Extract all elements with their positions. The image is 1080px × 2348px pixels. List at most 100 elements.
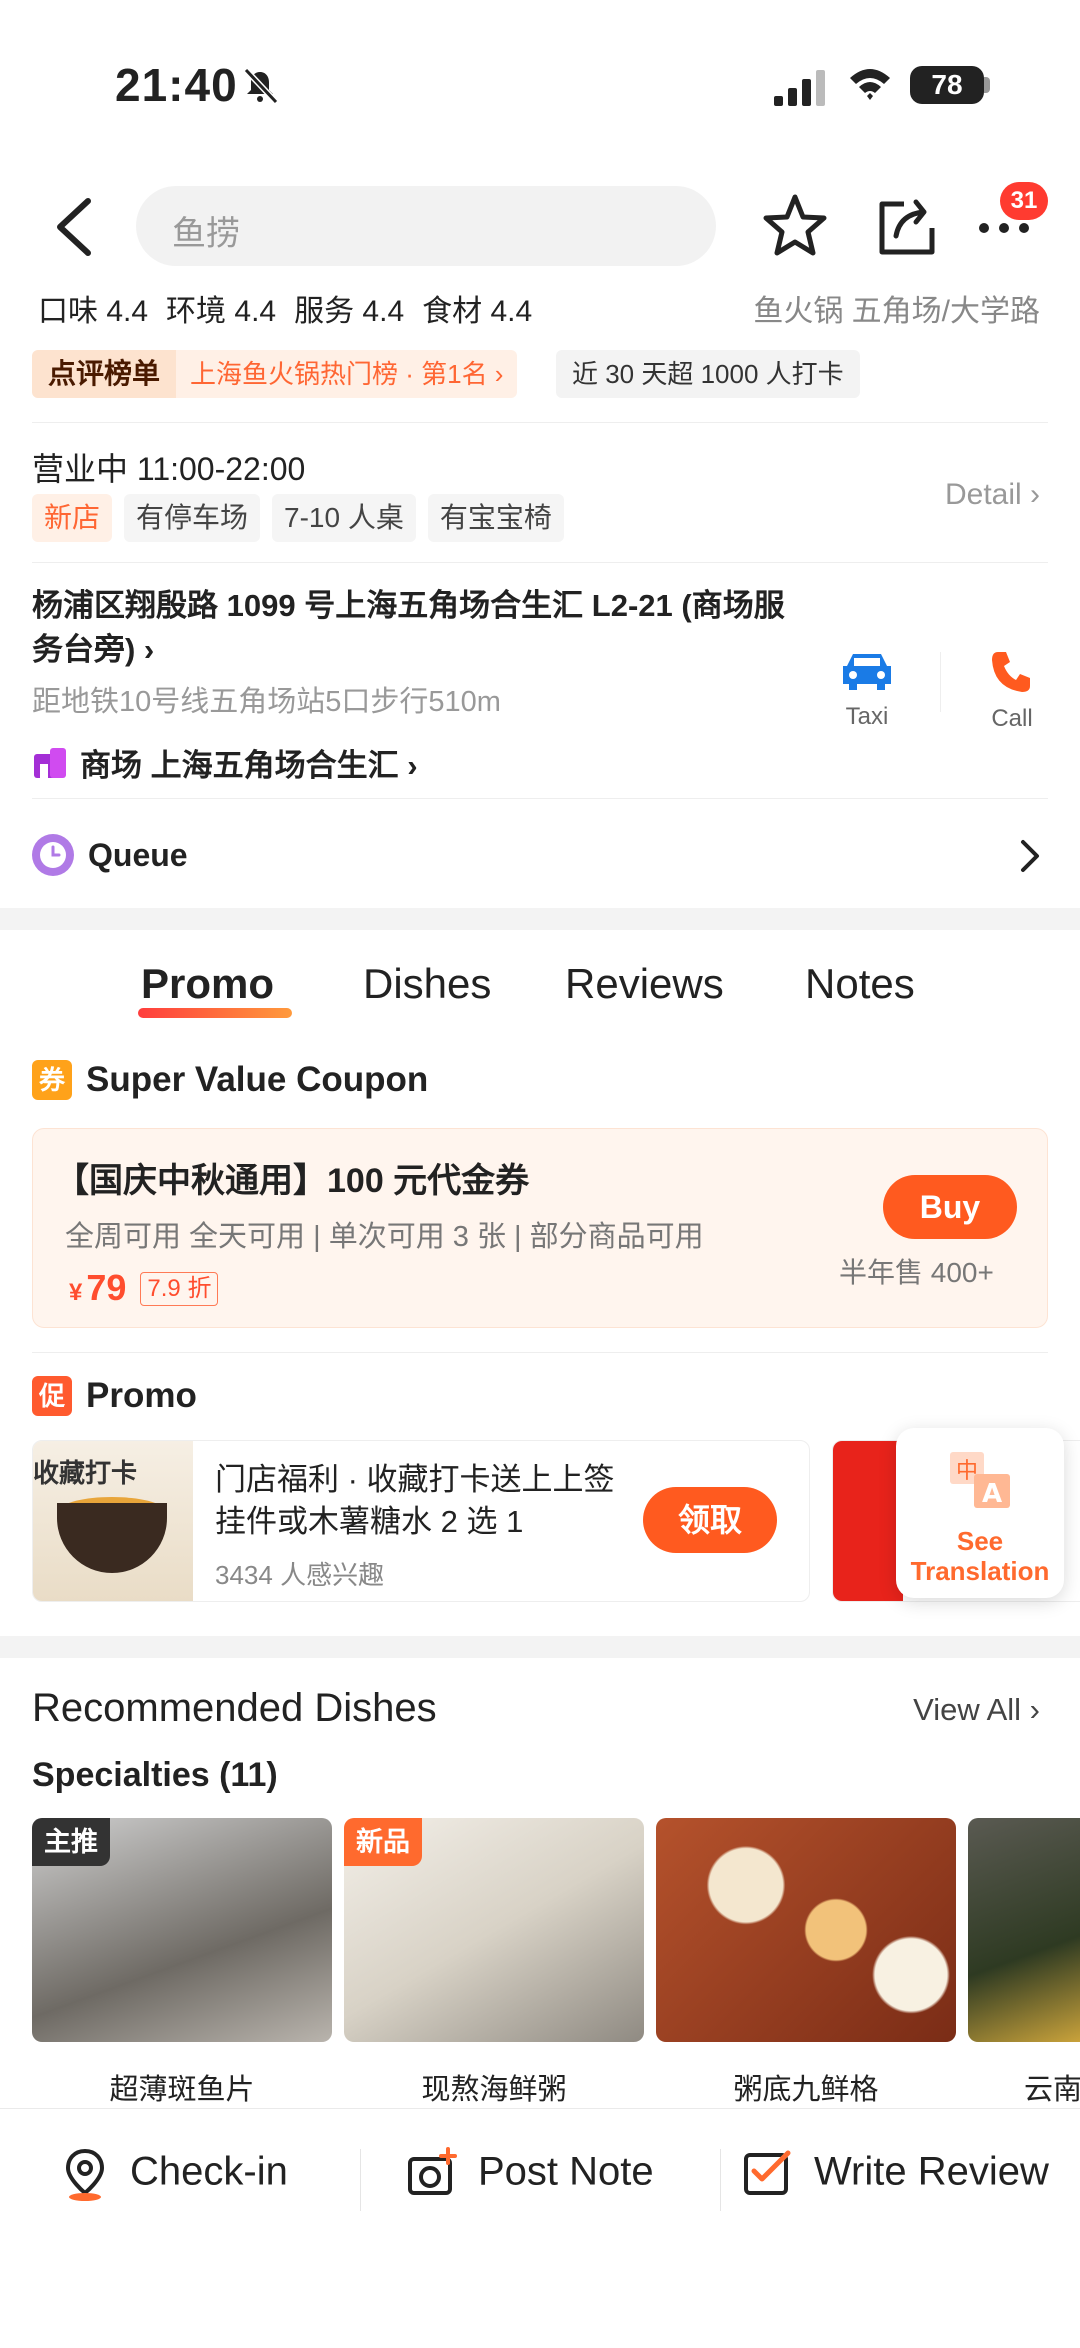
share-icon[interactable] bbox=[874, 192, 940, 258]
dish-card[interactable] bbox=[968, 1818, 1080, 2042]
rank-text: 上海鱼火锅热门榜 · 第1名 › bbox=[176, 350, 518, 398]
checkin-stat: 近 30 天超 1000 人打卡 bbox=[556, 350, 860, 398]
tab-dishes[interactable]: Dishes bbox=[363, 960, 491, 1008]
divider bbox=[720, 2149, 721, 2211]
post-note-button[interactable]: Post Note bbox=[406, 2147, 654, 2201]
address-link[interactable]: 杨浦区翔殷路 1099 号上海五角场合生汇 L2-21 (商场服务台旁) › bbox=[32, 584, 812, 672]
queue-row[interactable]: Queue bbox=[32, 834, 188, 876]
translation-button[interactable]: 中 A See Translation bbox=[896, 1428, 1064, 1598]
buy-button[interactable]: Buy bbox=[883, 1175, 1017, 1239]
view-all-link[interactable]: View All › bbox=[913, 1692, 1040, 1728]
business-hours: 营业中 11:00-22:00 bbox=[32, 451, 306, 487]
tag-table-size: 7-10 人桌 bbox=[272, 494, 416, 542]
phone-icon bbox=[992, 652, 1030, 692]
currency-symbol: ¥ bbox=[69, 1279, 83, 1306]
promo-image-caption: 收藏打卡 bbox=[33, 1458, 138, 1488]
claim-button[interactable]: 领取 bbox=[643, 1487, 777, 1553]
coupon-card[interactable]: 【国庆中秋通用】100 元代金券 全周可用 全天可用 | 单次可用 3 张 | … bbox=[32, 1128, 1048, 1328]
search-placeholder: 鱼捞 bbox=[172, 215, 240, 253]
svg-text:中: 中 bbox=[956, 1459, 978, 1484]
dish-name: 粥底九鲜格 bbox=[733, 2074, 879, 2106]
divider bbox=[32, 422, 1048, 423]
rating-environment: 环境 4.4 bbox=[166, 295, 277, 328]
rank-banner[interactable]: 点评榜单 上海鱼火锅热门榜 · 第1名 › bbox=[32, 350, 518, 398]
section-separator bbox=[0, 1636, 1080, 1658]
battery-cap bbox=[984, 77, 990, 93]
mall-label: 商场 上海五角场合生汇 › bbox=[80, 748, 418, 783]
tag-new-store: 新店 bbox=[32, 494, 113, 542]
search-bar[interactable]: 鱼捞 bbox=[136, 186, 716, 266]
post-note-label: Post Note bbox=[478, 2149, 654, 2194]
discount-badge: 7.9 折 bbox=[140, 1272, 219, 1306]
metro-distance: 距地铁10号线五角场站5口步行510m bbox=[32, 686, 501, 718]
translation-label: See Translation bbox=[910, 1526, 1050, 1586]
bottom-action-bar: Check-in Post Note Write Review bbox=[0, 2108, 1080, 2348]
write-review-label: Write Review bbox=[814, 2149, 1049, 2194]
divider bbox=[940, 652, 941, 712]
edit-review-icon bbox=[744, 2150, 791, 2195]
taxi-label: Taxi bbox=[845, 703, 889, 730]
promo-card[interactable]: 收藏打卡 门店福利 · 收藏打卡送上上签挂件或木薯糖水 2 选 1 3434 人… bbox=[32, 1440, 810, 1602]
checkin-label: Check-in bbox=[130, 2149, 288, 2194]
divider bbox=[32, 798, 1048, 799]
promo-image: 收藏打卡 bbox=[33, 1441, 193, 1601]
sold-count: 半年售 400+ bbox=[839, 1257, 994, 1288]
mall-link[interactable]: 商场 上海五角场合生汇 › bbox=[32, 740, 418, 785]
coupon-icon: 券 bbox=[32, 1060, 72, 1100]
bell-muted-icon bbox=[243, 67, 279, 105]
calendar-image bbox=[833, 1441, 903, 1601]
back-arrow-icon[interactable] bbox=[50, 195, 100, 259]
status-time: 21:40 bbox=[115, 59, 238, 111]
tab-promo[interactable]: Promo bbox=[141, 960, 274, 1008]
ratings-row: 口味 4.4 环境 4.4 服务 4.4 食材 4.4 bbox=[38, 286, 550, 330]
wifi-icon bbox=[850, 69, 890, 100]
signal-icon bbox=[774, 70, 825, 106]
camera-plus-icon bbox=[408, 2147, 457, 2195]
coupon-price: ¥79 7.9 折 bbox=[69, 1267, 219, 1309]
favorite-star-icon[interactable] bbox=[762, 192, 828, 258]
call-button[interactable]: Call bbox=[980, 648, 1044, 733]
call-label: Call bbox=[991, 705, 1033, 732]
category-location: 鱼火锅 五角场/大学路 bbox=[753, 295, 1040, 328]
coupon-name: 【国庆中秋通用】100 元代金券 bbox=[55, 1162, 530, 1200]
rating-taste: 口味 4.4 bbox=[38, 295, 149, 328]
divider bbox=[32, 562, 1048, 563]
dish-name: 超薄斑鱼片 bbox=[109, 2074, 255, 2106]
promo-interest-count: 3434 人感兴趣 bbox=[215, 1560, 385, 1590]
active-tab-indicator bbox=[138, 1008, 292, 1018]
dish-card[interactable]: 新品 bbox=[344, 1818, 644, 2042]
tag-parking: 有停车场 bbox=[124, 494, 261, 542]
coupon-section-label: Super Value Coupon bbox=[86, 1060, 429, 1099]
taxi-button[interactable]: Taxi bbox=[835, 648, 899, 731]
write-review-button[interactable]: Write Review bbox=[742, 2147, 1049, 2201]
promo-icon: 促 bbox=[32, 1376, 72, 1416]
tab-reviews[interactable]: Reviews bbox=[565, 960, 724, 1008]
divider bbox=[360, 2149, 361, 2211]
tab-notes[interactable]: Notes bbox=[805, 960, 915, 1008]
dish-card[interactable]: 主推 bbox=[32, 1818, 332, 2042]
dish-name: 云南 bbox=[1024, 2074, 1080, 2106]
dish-name: 现熬海鲜粥 bbox=[421, 2074, 567, 2106]
mall-icon bbox=[34, 747, 66, 778]
promo-section-label: Promo bbox=[86, 1376, 197, 1415]
chevron-right-icon[interactable] bbox=[1018, 838, 1042, 874]
promo-section-title: 促 Promo bbox=[32, 1376, 197, 1416]
clock-icon bbox=[32, 834, 74, 876]
notification-badge: 31 bbox=[1000, 182, 1048, 220]
svg-text:A: A bbox=[982, 1479, 1002, 1509]
rating-service: 服务 4.4 bbox=[294, 295, 405, 328]
location-pin-icon bbox=[65, 2148, 105, 2201]
car-icon bbox=[843, 654, 891, 690]
dish-card[interactable] bbox=[656, 1818, 956, 2042]
section-separator bbox=[0, 908, 1080, 930]
tab-bar: Promo Dishes Reviews Notes bbox=[0, 960, 1080, 1040]
checkin-button[interactable]: Check-in bbox=[58, 2147, 288, 2201]
rating-ingredients: 食材 4.4 bbox=[422, 295, 533, 328]
recommended-title: Recommended Dishes bbox=[32, 1686, 437, 1730]
coupon-section-title: 券 Super Value Coupon bbox=[32, 1060, 428, 1100]
queue-label: Queue bbox=[88, 836, 188, 873]
promo-description: 门店福利 · 收藏打卡送上上签挂件或木薯糖水 2 选 1 bbox=[215, 1462, 615, 1539]
detail-link[interactable]: Detail › bbox=[945, 478, 1040, 512]
specialties-title: Specialties (11) bbox=[32, 1756, 278, 1794]
bowl bbox=[57, 1503, 167, 1573]
